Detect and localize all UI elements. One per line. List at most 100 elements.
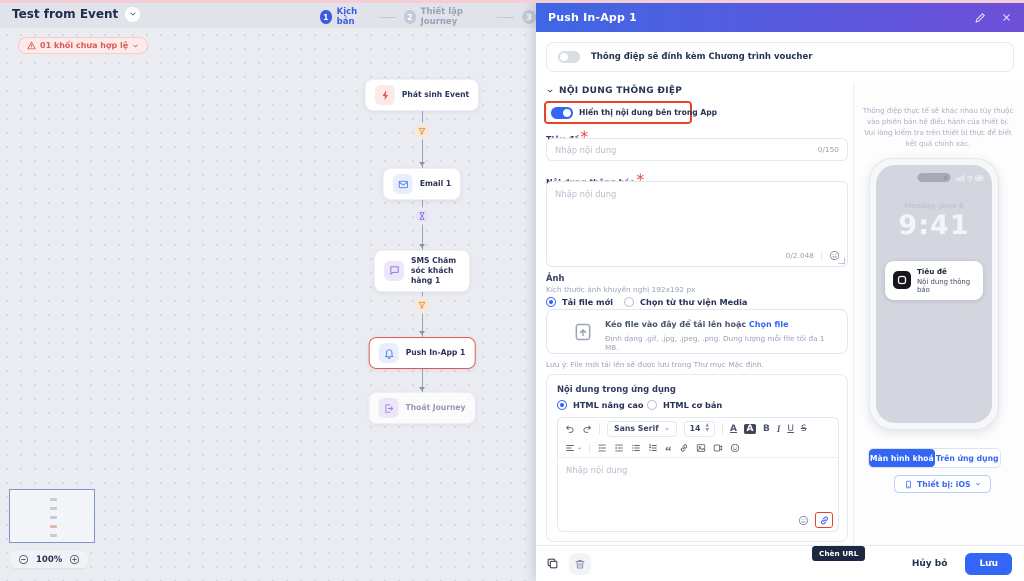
image-section-label: Ảnh <box>546 273 564 283</box>
emoji-picker-icon[interactable] <box>829 250 840 261</box>
preview-column: Thông điệp thực tế sẽ khác nhau tùy thuộ… <box>853 82 1024 545</box>
html-basic-radio[interactable]: HTML cơ bản <box>647 400 722 410</box>
bell-icon <box>379 343 399 363</box>
title-input[interactable] <box>555 145 812 155</box>
radio-selected <box>557 400 567 410</box>
choose-file-link[interactable]: Chọn file <box>749 320 789 329</box>
media-library-radio[interactable]: Chọn từ thư viện Media <box>624 297 747 307</box>
font-size-stepper[interactable]: 14 ▲▼ <box>684 421 715 437</box>
tab-lock-screen[interactable]: Màn hình khoá <box>869 449 935 467</box>
app-icon <box>893 271 911 289</box>
editor-toolbar-row1: Sans Serif 14 ▲▼ A A B I U S <box>558 418 838 439</box>
bolt-icon <box>375 85 395 105</box>
radio-unselected <box>624 297 634 307</box>
connector-hourglass-icon[interactable] <box>414 208 431 225</box>
html-advanced-radio[interactable]: HTML nâng cao <box>557 400 644 410</box>
indent-icon[interactable] <box>614 443 624 453</box>
node-exit-journey[interactable]: Thoát Journey <box>369 392 476 424</box>
underline-icon[interactable]: U <box>787 424 794 434</box>
chevron-down-icon <box>975 481 981 487</box>
flow-arrowhead <box>419 162 425 166</box>
phone-icon <box>904 480 913 489</box>
flow-arrowhead <box>419 331 425 335</box>
voucher-toggle[interactable] <box>558 51 580 63</box>
mail-icon <box>393 174 413 194</box>
body-textarea-wrap: 0/2.048 <box>546 181 848 267</box>
device-select-button[interactable]: Thiết bị: iOS <box>894 475 991 493</box>
delete-icon[interactable] <box>569 553 591 575</box>
align-icon[interactable] <box>565 443 582 453</box>
title-char-counter: 0/150 <box>818 145 839 154</box>
node-email[interactable]: Email 1 <box>383 168 461 200</box>
minimap[interactable] <box>9 489 95 543</box>
cancel-button[interactable]: Hủy bỏ <box>904 553 956 575</box>
blockquote-icon[interactable]: “ <box>665 447 672 455</box>
journey-canvas[interactable]: Phát sinh Event Email 1 SMS Chăm sóc khá… <box>0 0 536 581</box>
close-icon[interactable] <box>1001 12 1012 23</box>
background-color-icon[interactable]: A <box>744 424 756 434</box>
bold-icon[interactable]: B <box>763 424 770 434</box>
insert-url-icon[interactable] <box>819 515 830 526</box>
file-dropzone[interactable]: Kéo file vào đây để tải lên hoặc Chọn fi… <box>546 309 848 354</box>
upload-new-radio[interactable]: Tải file mới <box>546 297 613 307</box>
node-sms[interactable]: SMS Chăm sóc khách hàng 1 <box>374 250 470 292</box>
node-event-trigger[interactable]: Phát sinh Event <box>365 79 479 111</box>
connector-funnel-icon[interactable] <box>414 297 431 314</box>
exit-icon <box>379 398 399 418</box>
image-icon[interactable] <box>696 443 706 453</box>
show-inapp-toggle[interactable] <box>551 107 573 119</box>
body-textarea[interactable] <box>547 182 847 240</box>
message-content-section-header[interactable]: NỘI DUNG THÔNG ĐIỆP <box>546 86 682 96</box>
emoji-icon[interactable] <box>730 443 740 453</box>
notification-preview: Tiêu đề Nội dung thông báo <box>885 261 983 300</box>
show-inapp-toggle-label: Hiển thị nội dung bên trong App <box>579 108 717 117</box>
zoom-out-button[interactable] <box>18 554 29 565</box>
voucher-toggle-card: Thông điệp sẽ đính kèm Chương trình vouc… <box>546 42 1014 72</box>
zoom-in-button[interactable] <box>69 554 80 565</box>
step-number: 2 <box>404 10 416 24</box>
undo-icon[interactable] <box>565 424 575 434</box>
outdent-icon[interactable] <box>597 443 607 453</box>
preview-mode-tabs: Màn hình khoá Trên ứng dụng <box>868 448 1001 468</box>
step-scenario[interactable]: 1 Kịch bản <box>320 7 371 27</box>
image-size-hint: Kích thước ảnh khuyến nghị 192x192 px <box>546 285 696 294</box>
phone-mockup: Monday, June 6 9:41 Tiêu đề Nội dung thô… <box>869 158 999 430</box>
journey-title-dropdown[interactable] <box>125 7 140 22</box>
tab-in-app[interactable]: Trên ứng dụng <box>935 449 1001 467</box>
edit-title-icon[interactable] <box>974 12 986 24</box>
rich-text-editor: Sans Serif 14 ▲▼ A A B I U S <box>557 417 839 532</box>
minimap-node <box>50 534 57 537</box>
panel-title: Push In-App 1 <box>548 11 637 24</box>
save-button[interactable]: Lưu <box>965 553 1012 575</box>
chat-icon <box>384 261 404 281</box>
radio-selected <box>546 297 556 307</box>
warning-text: 01 khối chưa hợp lệ <box>40 41 128 50</box>
invalid-blocks-warning[interactable]: 01 khối chưa hợp lệ <box>18 37 148 54</box>
step-journey-setup[interactable]: 2 Thiết lập Journey <box>404 7 489 27</box>
italic-icon[interactable]: I <box>777 424 781 434</box>
journey-builder-app: Phát sinh Event Email 1 SMS Chăm sóc khá… <box>0 0 1024 581</box>
step-label: Kịch bản <box>337 7 371 27</box>
duplicate-icon[interactable] <box>546 557 559 570</box>
text-color-icon[interactable]: A <box>730 424 737 434</box>
warning-icon <box>27 41 36 50</box>
journey-title: Test from Event <box>12 7 118 21</box>
node-push-inapp[interactable]: Push In-App 1 <box>369 337 476 369</box>
emoji-picker-icon[interactable] <box>798 515 809 526</box>
video-icon[interactable] <box>713 443 723 453</box>
editor-content-area[interactable]: Nhập nội dung <box>558 458 838 531</box>
link-icon[interactable] <box>679 443 689 453</box>
top-accent-bar <box>0 0 1024 3</box>
font-size-value: 14 <box>690 424 701 433</box>
redo-icon[interactable] <box>582 424 592 434</box>
body-char-counter: 0/2.048 <box>786 251 814 260</box>
show-inapp-toggle-highlight: Hiển thị nội dung bên trong App <box>544 101 692 124</box>
section-title: NỘI DUNG THÔNG ĐIỆP <box>559 86 682 96</box>
bullet-list-icon[interactable] <box>631 443 641 453</box>
font-family-select[interactable]: Sans Serif <box>607 421 677 437</box>
strikethrough-icon[interactable]: S <box>801 424 807 434</box>
device-select-label: Thiết bị: iOS <box>917 480 971 489</box>
ordered-list-icon[interactable] <box>648 443 658 453</box>
connector-funnel-icon[interactable] <box>414 123 431 140</box>
step-three[interactable]: 3 <box>522 10 536 24</box>
